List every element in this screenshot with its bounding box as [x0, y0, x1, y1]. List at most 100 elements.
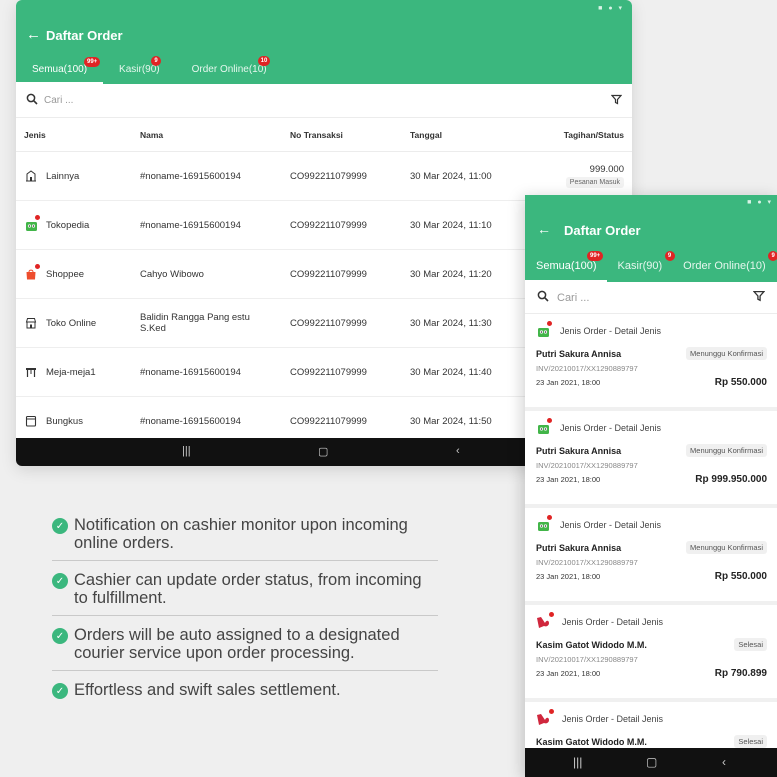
search-icon	[26, 93, 38, 108]
customer-name: Putri Sakura Annisa	[536, 542, 622, 553]
customer-name: Putri Sakura Annisa	[536, 348, 622, 359]
transaction-number: CO992211079999	[290, 170, 367, 182]
tab-kasir[interactable]: Kasir(90) 9	[103, 56, 176, 84]
order-date: 30 Mar 2024, 11:40	[410, 366, 492, 378]
order-date: 23 Jan 2021, 18:00	[536, 669, 601, 678]
tab-kasir[interactable]: Kasir(90) 9	[607, 251, 675, 282]
store-icon	[24, 316, 38, 330]
tab-label: Kasir(90)	[617, 260, 663, 272]
jenis-cell: Toko Online	[16, 316, 140, 330]
tab-label: Semua(100)	[536, 260, 597, 272]
tokopedia-icon	[536, 418, 552, 435]
back-icon[interactable]: ‹	[456, 445, 460, 457]
feature-item: ✓ Effortless and swift sales settlement.	[52, 681, 438, 707]
check-circle-icon: ✓	[52, 518, 68, 534]
order-type: Jenis Order - Detail Jenis	[562, 714, 664, 724]
card-footer: 23 Jan 2021, 18:00 Rp 550.000	[536, 377, 767, 388]
status-badge: Pesanan Masuk	[565, 177, 624, 188]
tab-semua[interactable]: Semua(100) 99+	[16, 56, 104, 84]
package-icon	[24, 414, 38, 428]
b-logo-icon	[536, 612, 554, 629]
invoice-number: INV/20210017/XX1290889797	[536, 461, 638, 470]
jenis-cell: Meja-meja1	[16, 365, 140, 379]
tab-order-online[interactable]: Order Online(10) 10	[176, 56, 283, 84]
card-footer: 23 Jan 2021, 18:00 Rp 790.899	[536, 668, 767, 679]
card-header: Jenis Order - Detail Jenis	[536, 612, 767, 631]
order-card[interactable]: Jenis Order - Detail Jenis Kasim Gatot W…	[525, 605, 777, 702]
jenis-label: Toko Online	[46, 317, 97, 329]
feature-list: ✓ Notification on cashier monitor upon i…	[52, 516, 438, 717]
feature-text: Notification on cashier monitor upon inc…	[74, 516, 408, 552]
filter-icon[interactable]	[752, 289, 766, 307]
home-icon[interactable]: ▢	[646, 755, 657, 769]
notification-dot	[547, 515, 552, 520]
filter-icon[interactable]	[610, 94, 623, 108]
transaction-number: CO992211079999	[290, 219, 367, 231]
feature-text: Cashier can update order status, from in…	[74, 571, 422, 607]
page-title: Daftar Order	[564, 223, 641, 238]
tab-semua[interactable]: Semua(100) 99+	[525, 251, 607, 282]
notification-dot	[549, 709, 554, 714]
check-circle-icon: ✓	[52, 628, 68, 644]
order-card[interactable]: Jenis Order - Detail Jenis Putri Sakura …	[525, 508, 777, 605]
order-date: 30 Mar 2024, 11:20	[410, 268, 492, 280]
transaction-number: CO992211079999	[290, 366, 367, 378]
order-tabs: Semua(100) 99+ Kasir(90) 9 Order Online(…	[16, 56, 283, 84]
search-input[interactable]: Cari ...	[557, 292, 753, 304]
feature-item: ✓ Cashier can update order status, from …	[52, 571, 438, 616]
search-bar[interactable]: Cari ...	[16, 84, 632, 118]
card-header: Jenis Order - Detail Jenis	[536, 418, 767, 437]
order-card[interactable]: Jenis Order - Detail Jenis Putri Sakura …	[525, 314, 777, 411]
card-customer-row: Putri Sakura Annisa Menunggu Konfirmasi	[536, 347, 767, 360]
tagihan-amount: 999.000	[589, 164, 624, 175]
column-header: No Transaksi	[290, 129, 343, 140]
card-customer-row: Kasim Gatot Widodo M.M. Selesai	[536, 638, 767, 651]
back-arrow-icon[interactable]: ←	[26, 26, 41, 43]
column-header: Tagihan/Status	[563, 129, 624, 140]
nama-cell: #noname-16915600194	[140, 415, 241, 427]
customer-name: Kasim Gatot Widodo M.M.	[536, 736, 647, 747]
card-header: Jenis Order - Detail Jenis	[536, 709, 767, 728]
notification-dot	[549, 612, 554, 617]
status-badge: Menunggu Konfirmasi	[686, 444, 767, 457]
recent-apps-icon[interactable]: |||	[573, 755, 582, 769]
back-arrow-icon[interactable]: ←	[537, 221, 551, 237]
phone-screen: ■ ● ▾ ← Daftar Order Semua(100) 99+ Kasi…	[525, 195, 777, 777]
home-icon[interactable]: ▢	[318, 445, 328, 458]
card-footer: 23 Jan 2021, 18:00 Rp 550.000	[536, 571, 767, 582]
customer-name: Kasim Gatot Widodo M.M.	[536, 639, 647, 650]
tab-count-badge: 9	[151, 56, 162, 66]
nama-cell: #noname-16915600194	[140, 366, 241, 378]
recent-apps-icon[interactable]: |||	[182, 445, 191, 457]
status-bar-icons: ■ ● ▾	[598, 5, 624, 12]
card-header: Jenis Order - Detail Jenis	[536, 515, 767, 534]
search-icon	[537, 290, 549, 305]
tagihan-cell: 999.000 Pesanan Masuk	[530, 164, 632, 188]
feature-item: ✓ Notification on cashier monitor upon i…	[52, 516, 438, 561]
invoice-number: INV/20210017/XX1290889797	[536, 558, 638, 567]
tab-order-online[interactable]: Order Online(10) 9	[672, 251, 777, 282]
jenis-label: Meja-meja1	[46, 366, 96, 378]
order-amount: Rp 999.950.000	[695, 474, 767, 485]
jenis-label: Bungkus	[46, 415, 83, 427]
table-header: Jenis Nama No Transaksi Tanggal Tagihan/…	[16, 118, 632, 152]
navigation-bar: ||| ▢ ‹	[525, 748, 777, 777]
order-card[interactable]: Jenis Order - Detail Jenis Putri Sakura …	[525, 411, 777, 508]
table-row[interactable]: Lainnya #noname-16915600194 CO9922110799…	[16, 152, 632, 201]
column-header: Nama	[140, 129, 164, 140]
jenis-cell: Lainnya	[16, 169, 140, 183]
card-customer-row: Putri Sakura Annisa Menunggu Konfirmasi	[536, 541, 767, 554]
transaction-number: CO992211079999	[290, 415, 367, 427]
search-bar[interactable]: Cari ...	[525, 282, 777, 314]
order-type: Jenis Order - Detail Jenis	[560, 326, 662, 336]
search-input[interactable]: Cari ...	[44, 95, 611, 106]
card-header: Jenis Order - Detail Jenis	[536, 321, 767, 340]
back-icon[interactable]: ‹	[722, 755, 726, 769]
nama-cell: #noname-16915600194	[140, 170, 241, 182]
tokopedia-icon	[536, 515, 552, 532]
invoice-number: INV/20210017/XX1290889797	[536, 655, 638, 664]
tab-count-badge: 99+	[587, 251, 604, 261]
feature-item: ✓ Orders will be auto assigned to a desi…	[52, 626, 438, 671]
card-customer-row: Putri Sakura Annisa Menunggu Konfirmasi	[536, 444, 767, 457]
shopee-icon	[24, 264, 40, 281]
